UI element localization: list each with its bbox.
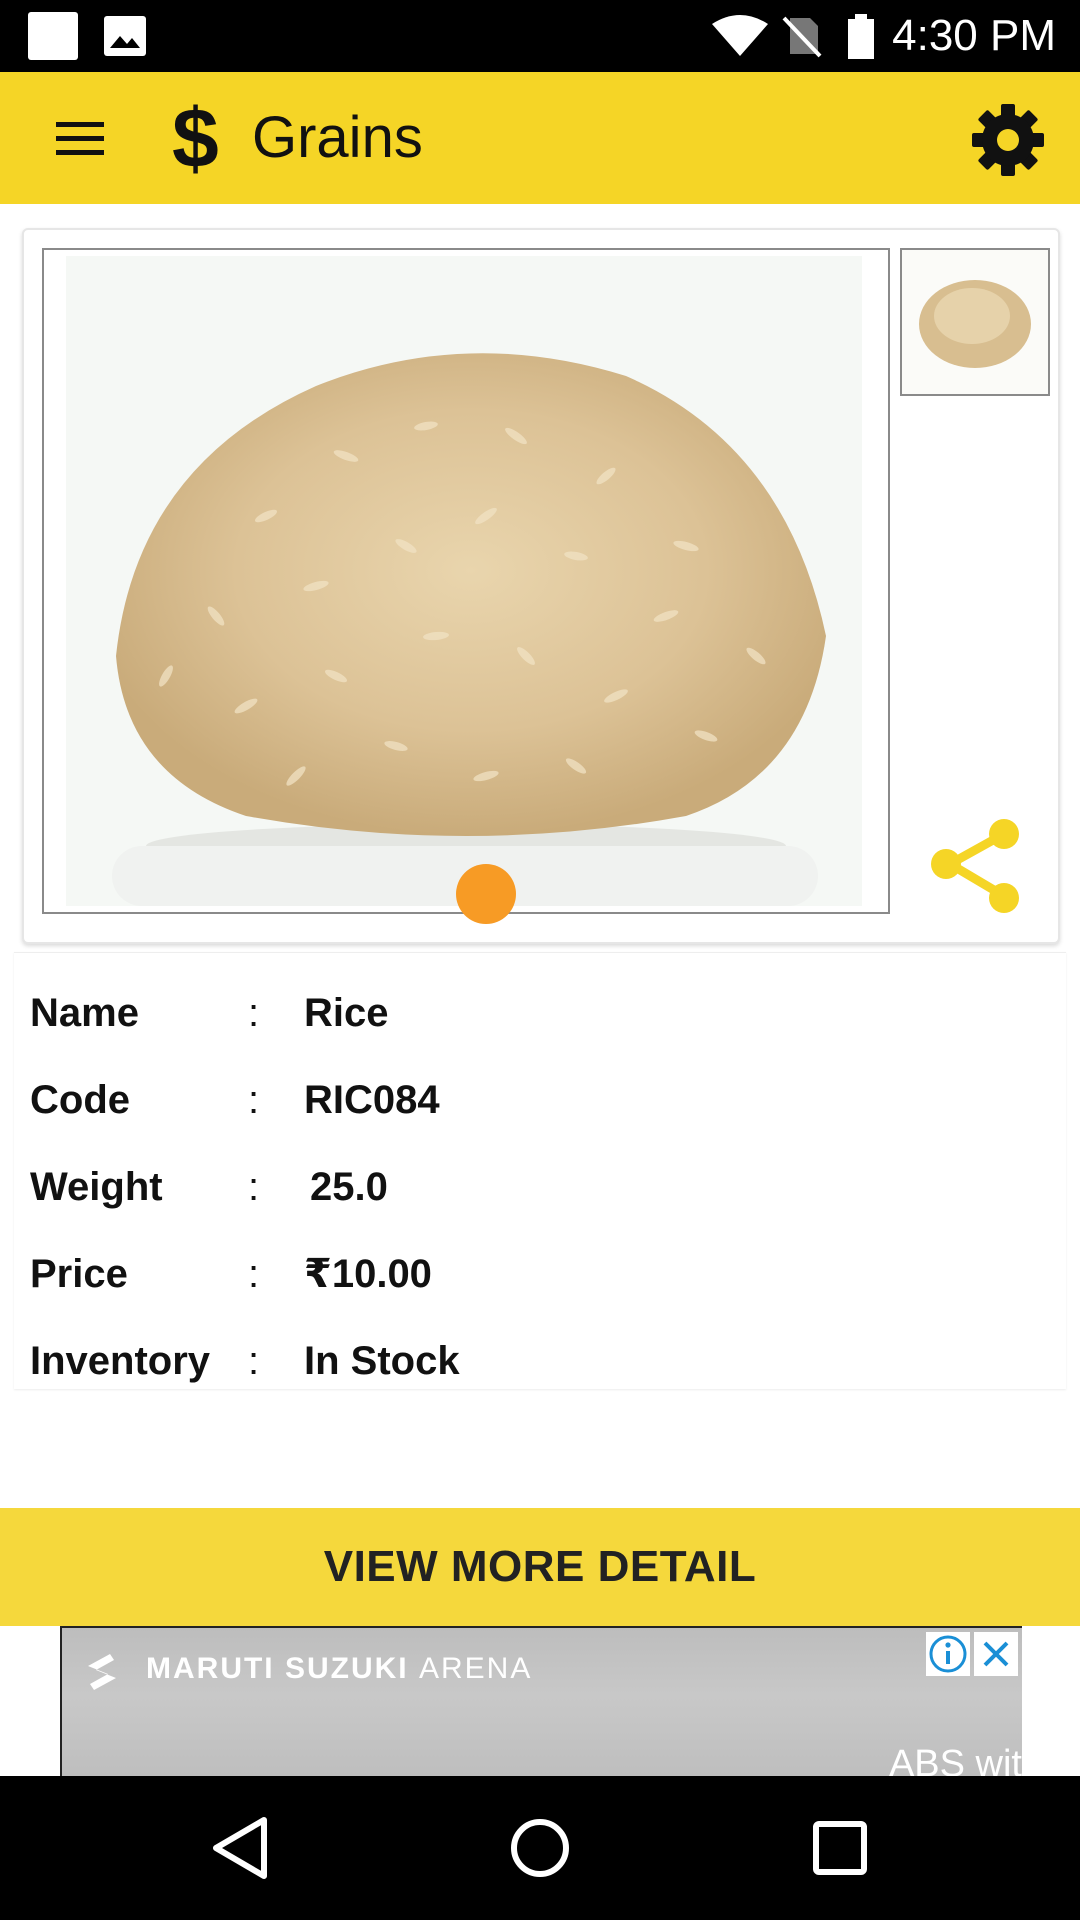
dollar-logo-icon: $ xyxy=(172,91,219,185)
ad-banner[interactable]: MARUTI SUZUKI ARENA ABS wit xyxy=(60,1626,1022,1778)
name-value: Rice xyxy=(304,991,389,1035)
price-value: ₹10.00 xyxy=(304,1252,432,1296)
separator: : xyxy=(248,1339,260,1383)
ad-tagline: ABS wit xyxy=(888,1743,1022,1778)
battery-icon xyxy=(848,14,874,59)
view-more-detail-label: VIEW MORE DETAIL xyxy=(323,1542,757,1591)
inventory-label: Inventory xyxy=(30,1339,211,1383)
no-sim-icon xyxy=(782,16,822,58)
settings-gear-icon[interactable] xyxy=(968,100,1048,180)
ad-brand: MARUTI SUZUKI ARENA xyxy=(146,1652,532,1686)
share-icon[interactable] xyxy=(926,816,1026,916)
menu-icon[interactable] xyxy=(48,112,112,164)
page-title: Grains xyxy=(252,105,423,170)
price-label: Price xyxy=(30,1252,128,1296)
ad-info-icon[interactable] xyxy=(926,1632,970,1676)
weight-value: 25.0 xyxy=(310,1165,388,1209)
ad-brand-primary: MARUTI SUZUKI xyxy=(146,1652,409,1685)
ad-close-icon[interactable] xyxy=(974,1632,1018,1676)
home-icon[interactable] xyxy=(500,1808,580,1888)
image-notification-icon xyxy=(104,16,146,56)
back-icon[interactable] xyxy=(202,1808,282,1888)
separator: : xyxy=(248,1078,260,1122)
weight-label: Weight xyxy=(30,1165,163,1209)
thumbnail-rice[interactable] xyxy=(900,248,1050,396)
suzuki-logo-icon xyxy=(88,1654,116,1690)
rice-product-image xyxy=(66,256,862,906)
wifi-icon xyxy=(712,15,768,56)
recents-icon[interactable] xyxy=(800,1808,880,1888)
system-nav-bar xyxy=(0,1776,1080,1920)
pager-indicator-dot[interactable] xyxy=(456,864,516,924)
product-details: Name : Rice Code : RIC084 Weight : 25.0 … xyxy=(14,952,1066,1389)
code-value: RIC084 xyxy=(304,1078,440,1122)
separator: : xyxy=(248,1165,260,1209)
inventory-value: In Stock xyxy=(304,1339,460,1383)
separator: : xyxy=(248,991,260,1035)
code-label: Code xyxy=(30,1078,130,1122)
app-bar: $ Grains xyxy=(0,72,1080,204)
status-time: 4:30 PM xyxy=(892,11,1056,60)
view-more-detail-button[interactable]: VIEW MORE DETAIL xyxy=(0,1508,1080,1626)
product-image-card xyxy=(22,228,1060,944)
separator: : xyxy=(248,1252,260,1296)
notification-icon xyxy=(28,12,78,60)
ad-brand-secondary: ARENA xyxy=(419,1652,533,1685)
status-bar: 4:30 PM xyxy=(0,0,1080,72)
product-image-slider[interactable] xyxy=(42,248,890,924)
name-label: Name xyxy=(30,991,139,1035)
